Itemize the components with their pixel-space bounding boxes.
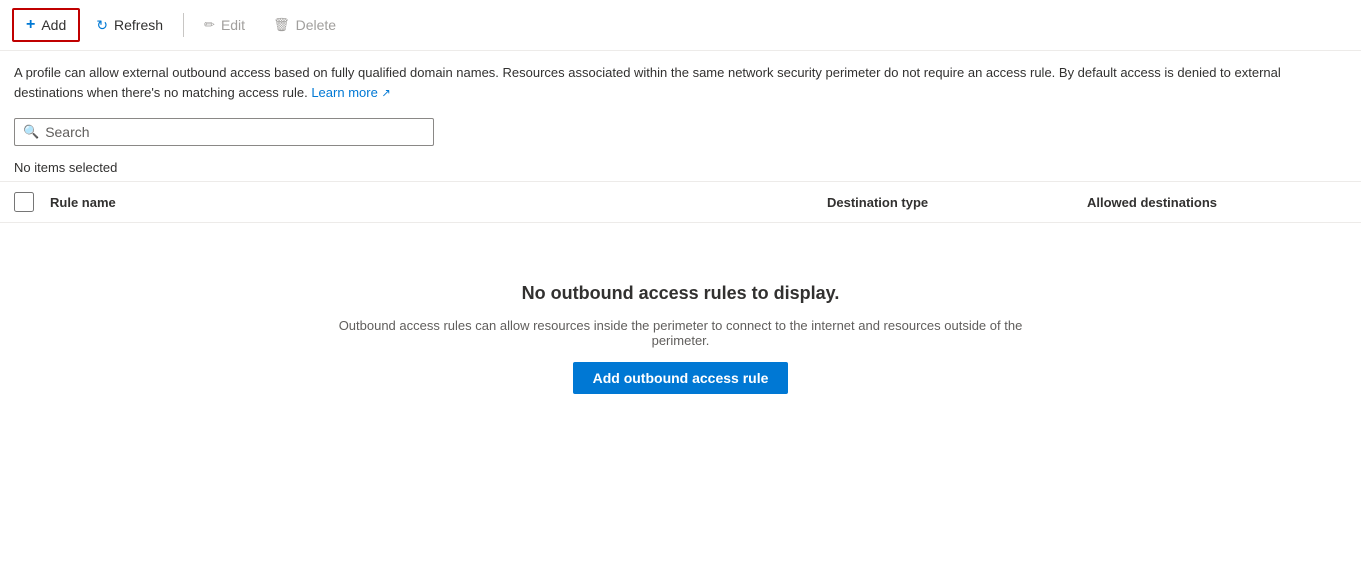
refresh-label: Refresh	[114, 17, 163, 33]
external-link-icon: ↗	[381, 87, 390, 99]
search-input[interactable]	[45, 124, 425, 140]
search-section: 🔍	[0, 110, 1361, 154]
empty-state: No outbound access rules to display. Out…	[0, 223, 1361, 434]
search-box: 🔍	[14, 118, 434, 146]
refresh-button[interactable]: ↻ Refresh	[84, 11, 175, 40]
no-items-label: No items selected	[14, 160, 117, 175]
add-button[interactable]: + Add	[12, 8, 80, 42]
col-header-rule-name: Rule name	[50, 195, 827, 210]
add-outbound-rule-button[interactable]: Add outbound access rule	[573, 362, 789, 394]
status-section: No items selected	[0, 154, 1361, 181]
add-label: Add	[41, 17, 66, 33]
refresh-icon: ↻	[96, 17, 108, 34]
info-text: A profile can allow external outbound ac…	[14, 65, 1281, 100]
delete-icon: 🗑	[273, 17, 290, 33]
table-header: Rule name Destination type Allowed desti…	[0, 181, 1361, 223]
col-header-destination-type: Destination type	[827, 195, 1087, 210]
empty-title: No outbound access rules to display.	[522, 283, 840, 304]
delete-button[interactable]: 🗑 Delete	[261, 11, 348, 39]
info-section: A profile can allow external outbound ac…	[0, 51, 1340, 110]
edit-icon: ✏	[204, 17, 215, 33]
edit-label: Edit	[221, 17, 245, 33]
select-all-checkbox[interactable]	[14, 192, 34, 212]
col-header-allowed-destinations: Allowed destinations	[1087, 195, 1347, 210]
toolbar-divider	[183, 13, 184, 37]
empty-description: Outbound access rules can allow resource…	[331, 318, 1031, 348]
delete-label: Delete	[296, 17, 336, 33]
edit-button[interactable]: ✏ Edit	[192, 11, 257, 39]
search-icon: 🔍	[23, 124, 39, 140]
plus-icon: +	[26, 16, 35, 34]
learn-more-link[interactable]: Learn more ↗	[311, 85, 390, 100]
toolbar: + Add ↻ Refresh ✏ Edit 🗑 Delete	[0, 0, 1361, 51]
